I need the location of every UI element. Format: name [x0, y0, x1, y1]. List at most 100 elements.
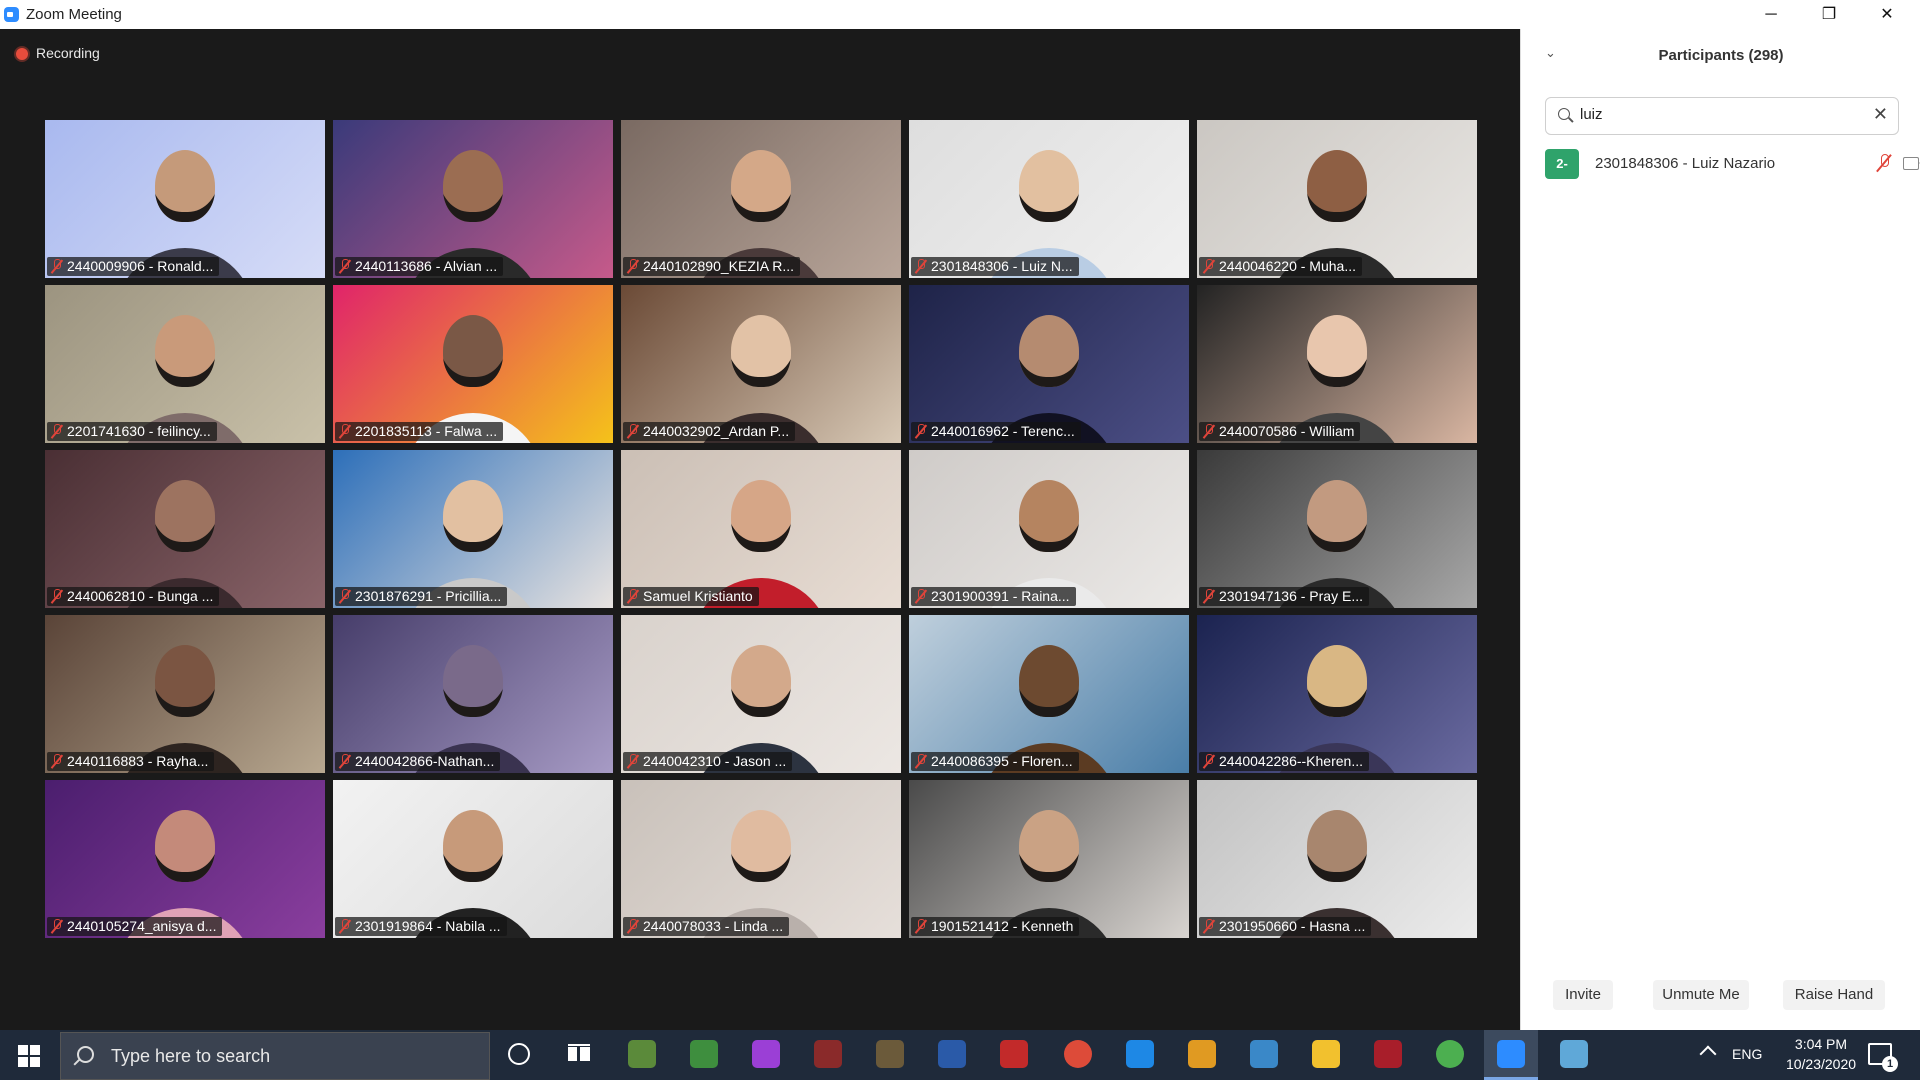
video-tile[interactable]: 2440009906 - Ronald... — [45, 120, 325, 278]
mic-muted-icon — [50, 259, 63, 273]
video-tile[interactable]: 2301876291 - Pricillia... — [333, 450, 613, 608]
video-tile[interactable]: Samuel Kristianto — [621, 450, 901, 608]
minecraft-icon[interactable] — [628, 1040, 656, 1068]
mic-muted-icon[interactable] — [1875, 153, 1893, 173]
video-tile[interactable]: 1901521412 - Kenneth — [909, 780, 1189, 938]
video-tile[interactable]: 2440105274_anisya d... — [45, 780, 325, 938]
participant-name: 2440009906 - Ronald... — [67, 258, 214, 274]
video-tile[interactable]: 2440070586 - William — [1197, 285, 1477, 443]
windows-start-icon[interactable] — [18, 1045, 40, 1067]
mushroom-game-icon[interactable] — [1000, 1040, 1028, 1068]
participant-name-tag: 2440016962 - Terenc... — [911, 422, 1081, 441]
clock-date[interactable]: 10/23/2020 — [1772, 1056, 1870, 1072]
emoji-app-icon[interactable] — [752, 1040, 780, 1068]
minimize-button[interactable]: ─ — [1748, 0, 1794, 29]
search-icon — [77, 1046, 94, 1063]
video-tile[interactable]: 2440102890_KEZIA R... — [621, 120, 901, 278]
raise-hand-button[interactable]: Raise Hand — [1783, 980, 1885, 1010]
search-value[interactable]: luiz — [1580, 106, 1603, 123]
participant-face — [1307, 645, 1367, 717]
participants-title: Participants (298) — [1658, 47, 1784, 64]
participant-name: 2440086395 - Floren... — [931, 753, 1073, 769]
video-tile[interactable]: 2440042310 - Jason ... — [621, 615, 901, 773]
participant-face — [731, 645, 791, 717]
globe-game-icon[interactable] — [876, 1040, 904, 1068]
participant-name: 2301848306 - Luiz Nazario — [1595, 155, 1776, 172]
mic-muted-icon — [1202, 754, 1215, 768]
chrome-icon[interactable] — [1064, 1040, 1092, 1068]
participant-name-tag: 2440116883 - Rayha... — [47, 752, 215, 771]
search-icon — [1558, 108, 1570, 120]
zoom-icon[interactable] — [1497, 1040, 1525, 1068]
mic-muted-icon — [338, 919, 351, 933]
video-tile[interactable]: 2440113686 - Alvian ... — [333, 120, 613, 278]
mic-muted-icon — [1202, 259, 1215, 273]
avatar: 2- — [1545, 149, 1579, 179]
participant-row[interactable]: 2- 2301848306 - Luiz Nazario — [1545, 147, 1920, 181]
file-explorer-icon[interactable] — [1312, 1040, 1340, 1068]
file-sync-icon[interactable] — [1250, 1040, 1278, 1068]
invite-button[interactable]: Invite — [1553, 980, 1613, 1010]
vscode-icon[interactable] — [1126, 1040, 1154, 1068]
participant-face — [1307, 810, 1367, 882]
video-tile[interactable]: 2440116883 - Rayha... — [45, 615, 325, 773]
participant-face — [1019, 810, 1079, 882]
video-tile[interactable]: 2301900391 - Raina... — [909, 450, 1189, 608]
recording-indicator[interactable]: Recording — [16, 45, 100, 61]
mic-muted-icon — [914, 919, 927, 933]
video-tile[interactable]: 2301947136 - Pray E... — [1197, 450, 1477, 608]
participant-name-tag: 2440113686 - Alvian ... — [335, 257, 504, 276]
chevron-up-icon[interactable] — [1699, 1045, 1717, 1063]
video-tile[interactable]: 2440042286--Kheren... — [1197, 615, 1477, 773]
unmute-me-button[interactable]: Unmute Me — [1653, 980, 1749, 1010]
participant-face — [1019, 150, 1079, 222]
video-camera-icon[interactable] — [1903, 157, 1920, 170]
video-tile[interactable]: 2440078033 - Linda ... — [621, 780, 901, 938]
mic-muted-icon — [338, 754, 351, 768]
video-tile[interactable]: 2440086395 - Floren... — [909, 615, 1189, 773]
participant-name: 2301947136 - Pray E... — [1219, 588, 1363, 604]
paint-icon[interactable] — [1560, 1040, 1588, 1068]
video-tile[interactable]: 2440062810 - Bunga ... — [45, 450, 325, 608]
meeting-area: Recording 2440009906 - Ronald... 24401136… — [0, 29, 1520, 1030]
utorrent-icon[interactable] — [1436, 1040, 1464, 1068]
runner-game-icon[interactable] — [1188, 1040, 1216, 1068]
video-tile[interactable]: 2440032902_Ardan P... — [621, 285, 901, 443]
cortana-icon[interactable] — [508, 1043, 530, 1065]
taskbar-search-input[interactable]: Type here to search — [60, 1032, 490, 1080]
clear-search-icon[interactable]: ✕ — [1873, 104, 1888, 125]
participant-name: 2301919864 - Nabila ... — [355, 918, 501, 934]
video-tile[interactable]: 2440042866-Nathan... — [333, 615, 613, 773]
scrivener-icon[interactable] — [938, 1040, 966, 1068]
participant-face — [155, 480, 215, 552]
recording-label: Recording — [36, 45, 100, 61]
task-view-icon[interactable] — [568, 1044, 590, 1064]
close-button[interactable]: ✕ — [1864, 0, 1910, 29]
video-tile[interactable]: 2201835113 - Falwa ... — [333, 285, 613, 443]
participant-face — [1307, 480, 1367, 552]
participant-search-input[interactable]: luiz ✕ — [1545, 97, 1899, 135]
game-crest-icon[interactable] — [814, 1040, 842, 1068]
participant-name: 2440113686 - Alvian ... — [355, 258, 498, 274]
restore-button[interactable]: ❐ — [1806, 0, 1852, 29]
mic-muted-icon — [914, 589, 927, 603]
mic-muted-icon — [914, 259, 927, 273]
participant-name-tag: 2301900391 - Raina... — [911, 587, 1076, 606]
clock-time[interactable]: 3:04 PM — [1786, 1036, 1856, 1052]
video-tile[interactable]: 2301919864 - Nabila ... — [333, 780, 613, 938]
video-tile[interactable]: 2440046220 - Muha... — [1197, 120, 1477, 278]
spreadsheet-icon[interactable] — [690, 1040, 718, 1068]
input-language[interactable]: ENG — [1732, 1046, 1762, 1062]
video-tile[interactable]: 2301950660 - Hasna ... — [1197, 780, 1477, 938]
participant-face — [155, 810, 215, 882]
participant-name: 2301900391 - Raina... — [931, 588, 1070, 604]
mic-muted-icon — [626, 754, 639, 768]
video-tile[interactable]: 2301848306 - Luiz N... — [909, 120, 1189, 278]
participant-name-tag: 2301947136 - Pray E... — [1199, 587, 1369, 606]
participant-name: 2440102890_KEZIA R... — [643, 258, 794, 274]
red-app-icon[interactable] — [1374, 1040, 1402, 1068]
participant-face — [443, 645, 503, 717]
video-tile[interactable]: 2201741630 - feilincy... — [45, 285, 325, 443]
video-tile[interactable]: 2440016962 - Terenc... — [909, 285, 1189, 443]
participant-name-tag: 2440042866-Nathan... — [335, 752, 501, 771]
